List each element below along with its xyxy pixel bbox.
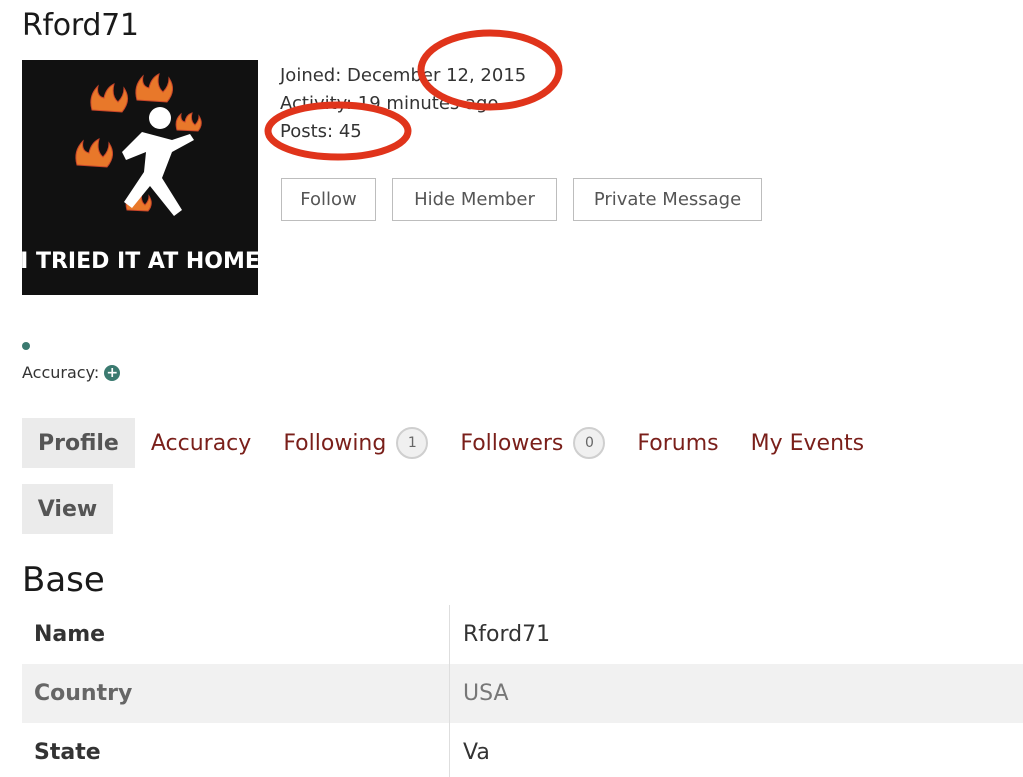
accuracy-label: Accuracy:: [22, 363, 100, 382]
field-value: Rford71: [463, 622, 551, 647]
tab-my-events[interactable]: My Events: [735, 418, 880, 468]
tab-followers[interactable]: Followers 0: [444, 418, 621, 468]
private-message-button[interactable]: Private Message: [573, 178, 762, 221]
profile-meta: Joined: December 12, 2015 Activity: 19 m…: [280, 62, 526, 146]
post-count: Posts: 45: [280, 121, 362, 142]
tab-profile[interactable]: Profile: [22, 418, 135, 468]
online-status-dot: [22, 342, 30, 350]
field-label: Country: [22, 664, 450, 723]
accuracy-row: Accuracy: +: [22, 363, 121, 382]
avatar-image: I TRIED IT AT HOME: [22, 60, 258, 295]
table-row: State Va: [22, 723, 1023, 777]
hide-member-button[interactable]: Hide Member: [392, 178, 557, 221]
tab-following[interactable]: Following 1: [267, 418, 444, 468]
base-fields-table: Name Rford71 Country USA State Va: [22, 605, 1023, 777]
followers-count-badge: 0: [573, 427, 606, 459]
profile-actions: Follow Hide Member Private Message: [281, 178, 762, 221]
activity-status: Activity: 19 minutes ago: [280, 93, 499, 114]
field-label: Name: [22, 605, 450, 664]
plus-circle-icon[interactable]: +: [104, 364, 121, 381]
tab-accuracy[interactable]: Accuracy: [135, 418, 267, 468]
follow-button[interactable]: Follow: [281, 178, 376, 221]
following-count-badge: 1: [396, 427, 429, 459]
profile-tabs: Profile Accuracy Following 1 Followers 0…: [22, 418, 880, 468]
profile-username: Rford71: [22, 8, 139, 43]
subtab-view[interactable]: View: [22, 484, 113, 534]
avatar-caption: I TRIED IT AT HOME: [22, 249, 258, 274]
field-value: USA: [463, 681, 509, 706]
tab-followers-label: Followers: [460, 430, 564, 456]
table-row: Name Rford71: [22, 605, 1023, 664]
joined-date: Joined: December 12, 2015: [280, 65, 527, 86]
table-row: Country USA: [22, 664, 1023, 723]
profile-avatar: I TRIED IT AT HOME: [22, 60, 258, 295]
field-value: Va: [463, 740, 490, 765]
section-title-base: Base: [22, 560, 105, 600]
field-label: State: [22, 723, 450, 777]
tab-following-label: Following: [283, 430, 387, 456]
tab-forums[interactable]: Forums: [621, 418, 734, 468]
